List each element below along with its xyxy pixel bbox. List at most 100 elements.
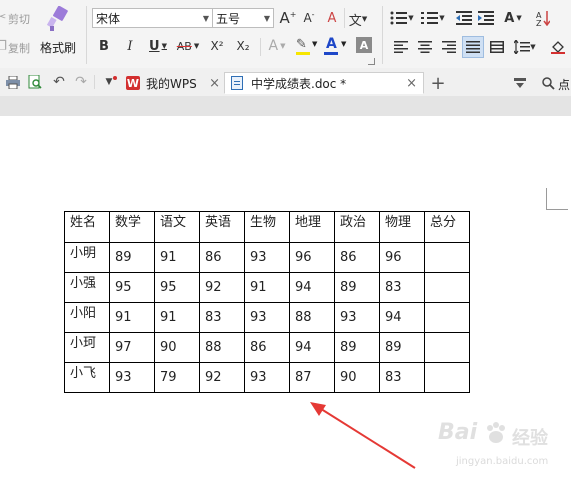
- table-header-cell[interactable]: 生物: [244, 211, 290, 243]
- table-cell[interactable]: 91: [154, 242, 200, 273]
- print-preview-icon[interactable]: [26, 73, 44, 91]
- table-cell[interactable]: 96: [379, 242, 425, 273]
- table-cell[interactable]: 86: [334, 242, 380, 273]
- scissors-icon[interactable]: ✂: [0, 9, 6, 25]
- bold-button[interactable]: B: [95, 36, 113, 56]
- undo-icon[interactable]: ↶: [50, 73, 68, 91]
- table-cell[interactable]: 83: [379, 272, 425, 303]
- dialog-launcher-icon[interactable]: [368, 58, 375, 65]
- close-icon[interactable]: ×: [406, 76, 417, 91]
- copy-button[interactable]: 复制: [8, 40, 30, 56]
- table-cell-name[interactable]: 小珂: [64, 332, 110, 363]
- table-cell[interactable]: 97: [109, 332, 155, 363]
- table-header-cell[interactable]: 姓名: [64, 211, 110, 243]
- table-cell[interactable]: 90: [154, 332, 200, 363]
- sort-button[interactable]: AZ: [534, 8, 552, 28]
- italic-button[interactable]: I: [121, 36, 139, 56]
- table-cell-total[interactable]: [424, 272, 470, 303]
- table-cell[interactable]: 91: [109, 302, 155, 333]
- new-tab-button[interactable]: +: [428, 72, 448, 94]
- table-cell-name[interactable]: 小强: [64, 272, 110, 303]
- table-cell[interactable]: 79: [154, 362, 200, 393]
- table-cell[interactable]: 94: [379, 302, 425, 333]
- align-center-button[interactable]: [416, 38, 434, 56]
- copy-icon[interactable]: ❐: [0, 38, 7, 54]
- align-left-button[interactable]: [392, 38, 410, 56]
- table-cell-name[interactable]: 小阳: [64, 302, 110, 333]
- bullets-button[interactable]: ▼: [390, 8, 414, 28]
- table-cell[interactable]: 92: [199, 272, 245, 303]
- line-spacing-button[interactable]: ▼: [512, 38, 538, 56]
- table-cell[interactable]: 93: [334, 302, 380, 333]
- table-cell[interactable]: 83: [379, 362, 425, 393]
- format-painter-button[interactable]: 格式刷: [40, 39, 76, 56]
- decrease-indent-button[interactable]: [454, 8, 474, 28]
- table-cell[interactable]: 93: [109, 362, 155, 393]
- table-header-cell[interactable]: 总分: [424, 211, 470, 243]
- font-color-button[interactable]: A ▼: [322, 36, 350, 58]
- justify-button[interactable]: [462, 36, 484, 58]
- table-cell-total[interactable]: [424, 332, 470, 363]
- table-cell[interactable]: 93: [244, 302, 290, 333]
- tab-list-icon[interactable]: [512, 74, 528, 92]
- table-header-cell[interactable]: 地理: [289, 211, 335, 243]
- search-icon[interactable]: [540, 74, 556, 92]
- font-name-select[interactable]: 宋体 ▼: [92, 8, 213, 28]
- table-cell-name[interactable]: 小明: [64, 242, 110, 273]
- table-cell[interactable]: 89: [334, 272, 380, 303]
- search-label[interactable]: 点: [558, 76, 570, 93]
- table-cell[interactable]: 86: [244, 332, 290, 363]
- table-header-cell[interactable]: 英语: [199, 211, 245, 243]
- table-cell[interactable]: 86: [199, 242, 245, 273]
- numbering-button[interactable]: ▼: [420, 8, 446, 28]
- table-cell[interactable]: 89: [379, 332, 425, 363]
- table-cell[interactable]: 87: [289, 362, 335, 393]
- table-cell-name[interactable]: 小飞: [64, 362, 110, 393]
- distributed-align-button[interactable]: [488, 38, 506, 56]
- tab-my-wps[interactable]: W 我的WPS ×: [124, 72, 222, 94]
- table-cell[interactable]: 92: [199, 362, 245, 393]
- table-cell[interactable]: 93: [244, 362, 290, 393]
- table-cell[interactable]: 93: [244, 242, 290, 273]
- format-painter-icon[interactable]: [46, 5, 70, 32]
- superscript-button[interactable]: X²: [206, 36, 228, 56]
- table-cell[interactable]: 94: [289, 332, 335, 363]
- increase-indent-button[interactable]: [476, 8, 496, 28]
- table-cell[interactable]: 94: [289, 272, 335, 303]
- font-size-select[interactable]: 五号 ▼: [212, 8, 274, 28]
- table-cell[interactable]: 90: [334, 362, 380, 393]
- table-cell[interactable]: 95: [154, 272, 200, 303]
- shading-button[interactable]: [546, 38, 570, 56]
- grades-table[interactable]: 姓名 数学 语文 英语 生物 地理 政治 物理 总分 小明 89 91 86 9…: [64, 211, 470, 393]
- table-cell[interactable]: 83: [199, 302, 245, 333]
- table-cell[interactable]: 91: [154, 302, 200, 333]
- table-cell[interactable]: 88: [289, 302, 335, 333]
- table-header-cell[interactable]: 政治: [334, 211, 380, 243]
- table-header-cell[interactable]: 物理: [379, 211, 425, 243]
- table-cell[interactable]: 95: [109, 272, 155, 303]
- text-effect-button[interactable]: A ▼: [264, 36, 290, 56]
- character-shading-button[interactable]: A: [356, 37, 372, 53]
- table-cell[interactable]: 96: [289, 242, 335, 273]
- clear-format-button[interactable]: A: [322, 8, 342, 28]
- tab-document[interactable]: 中学成绩表.doc * ×: [224, 72, 424, 94]
- table-cell-total[interactable]: [424, 302, 470, 333]
- align-right-button[interactable]: [440, 38, 458, 56]
- table-header-cell[interactable]: 语文: [154, 211, 200, 243]
- strikethrough-button[interactable]: AB ▼: [172, 36, 204, 56]
- table-cell[interactable]: 91: [244, 272, 290, 303]
- grow-font-button[interactable]: A +: [278, 8, 298, 28]
- table-cell[interactable]: 89: [109, 242, 155, 273]
- subscript-button[interactable]: X₂: [232, 36, 254, 56]
- table-cell[interactable]: 88: [199, 332, 245, 363]
- underline-button[interactable]: U ▼: [145, 36, 171, 56]
- shrink-font-button[interactable]: A-: [299, 8, 319, 28]
- redo-icon[interactable]: ↷: [72, 73, 90, 91]
- table-cell[interactable]: 89: [334, 332, 380, 363]
- cut-button[interactable]: 剪切: [8, 11, 30, 27]
- text-style-button[interactable]: A ▼: [500, 8, 526, 28]
- highlight-button[interactable]: ✎ ▼: [294, 36, 320, 58]
- table-cell-total[interactable]: [424, 242, 470, 273]
- print-icon[interactable]: [4, 73, 22, 91]
- close-icon[interactable]: ×: [209, 76, 220, 91]
